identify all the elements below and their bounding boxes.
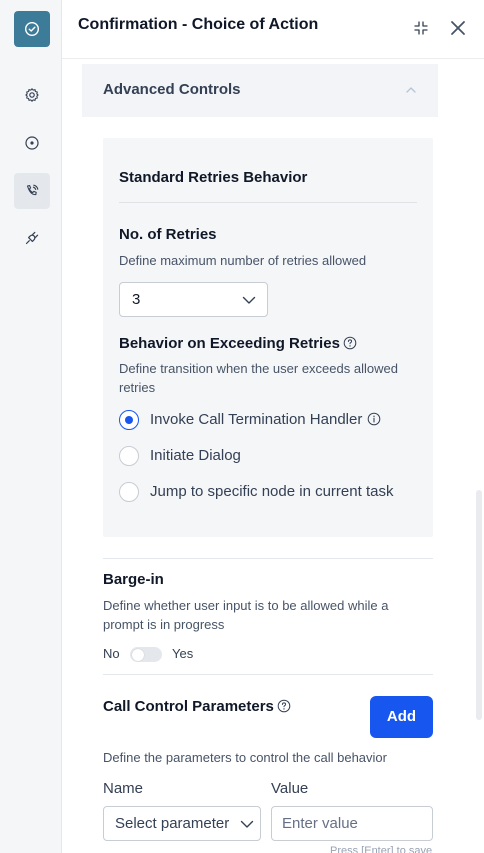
retries-count-select[interactable]: 3 bbox=[119, 282, 268, 317]
behavior-desc: Define transition when the user exceeds … bbox=[119, 361, 398, 395]
info-icon[interactable] bbox=[367, 412, 381, 426]
plug-icon bbox=[25, 231, 39, 245]
barge-in-toggle[interactable] bbox=[130, 647, 162, 662]
page-title: Confirmation - Choice of Action bbox=[78, 16, 319, 33]
rail-item-settings[interactable] bbox=[14, 77, 50, 113]
behavior-label: Behavior on Exceeding Retries bbox=[119, 335, 340, 352]
panel-header: Confirmation - Choice of Action bbox=[62, 0, 484, 59]
name-column-label: Name bbox=[103, 780, 144, 797]
parameter-name-select[interactable]: Select parameter bbox=[103, 806, 261, 841]
target-icon bbox=[25, 136, 39, 150]
retries-count-label: No. of Retries bbox=[119, 226, 217, 243]
rail-item-plug[interactable] bbox=[14, 220, 50, 256]
help-icon[interactable] bbox=[343, 336, 357, 350]
parameter-name-text: Select parameter bbox=[115, 815, 230, 832]
scrollbar-thumb[interactable] bbox=[476, 490, 482, 720]
behavior-label-row: Behavior on Exceeding Retries bbox=[119, 335, 357, 352]
check-circle-icon bbox=[24, 21, 40, 37]
enter-to-save-hint: Press [Enter] to save bbox=[330, 845, 433, 853]
close-icon bbox=[451, 21, 465, 35]
scrollbar-track[interactable] bbox=[474, 59, 484, 853]
toggle-off-label: No bbox=[103, 646, 120, 661]
call-control-label: Call Control Parameters bbox=[103, 698, 274, 715]
close-button[interactable] bbox=[447, 17, 469, 39]
section-divider bbox=[103, 558, 433, 559]
retries-section-title: Standard Retries Behavior bbox=[119, 169, 308, 186]
toggle-knob bbox=[132, 648, 144, 661]
value-column-label: Value bbox=[271, 780, 309, 797]
radio-label: Initiate Dialog bbox=[150, 447, 241, 464]
advanced-controls-title: Advanced Controls bbox=[103, 81, 241, 98]
phone-call-icon bbox=[26, 184, 39, 196]
chevron-up-icon bbox=[406, 87, 416, 93]
gear-icon bbox=[25, 88, 39, 102]
rail-item-target[interactable] bbox=[14, 125, 50, 161]
parameter-value-input[interactable] bbox=[273, 808, 431, 839]
minimize-button[interactable] bbox=[410, 17, 432, 39]
barge-in-desc: Define whether user input is to be allow… bbox=[103, 598, 389, 632]
minimize-icon bbox=[414, 21, 428, 35]
help-icon[interactable] bbox=[277, 699, 291, 713]
call-control-label-row: Call Control Parameters bbox=[103, 698, 291, 715]
toggle-on-label: Yes bbox=[172, 646, 194, 661]
retries-count-value: 3 bbox=[132, 291, 141, 308]
chevron-down-icon bbox=[242, 296, 256, 304]
section-divider bbox=[103, 674, 433, 675]
rail-item-voice[interactable] bbox=[14, 173, 50, 209]
left-rail bbox=[0, 0, 62, 853]
parameter-value-field[interactable] bbox=[271, 806, 433, 841]
section-divider bbox=[119, 202, 417, 203]
chevron-down-icon bbox=[240, 820, 254, 828]
radio-button[interactable] bbox=[119, 446, 139, 466]
radio-button[interactable] bbox=[119, 482, 139, 502]
retries-count-desc: Define maximum number of retries allowed bbox=[119, 253, 367, 268]
radio-label: Invoke Call Termination Handler bbox=[150, 411, 381, 428]
barge-in-label: Barge-in bbox=[103, 571, 164, 588]
add-parameter-button[interactable]: Add bbox=[370, 696, 433, 738]
radio-button[interactable] bbox=[119, 410, 139, 430]
rail-check-circle[interactable] bbox=[14, 11, 50, 47]
radio-label: Jump to specific node in current task bbox=[150, 483, 394, 500]
call-control-desc: Define the parameters to control the cal… bbox=[103, 750, 387, 765]
retries-panel: Standard Retries Behavior No. of Retries… bbox=[103, 138, 433, 537]
advanced-controls-toggle[interactable]: Advanced Controls bbox=[82, 64, 438, 117]
